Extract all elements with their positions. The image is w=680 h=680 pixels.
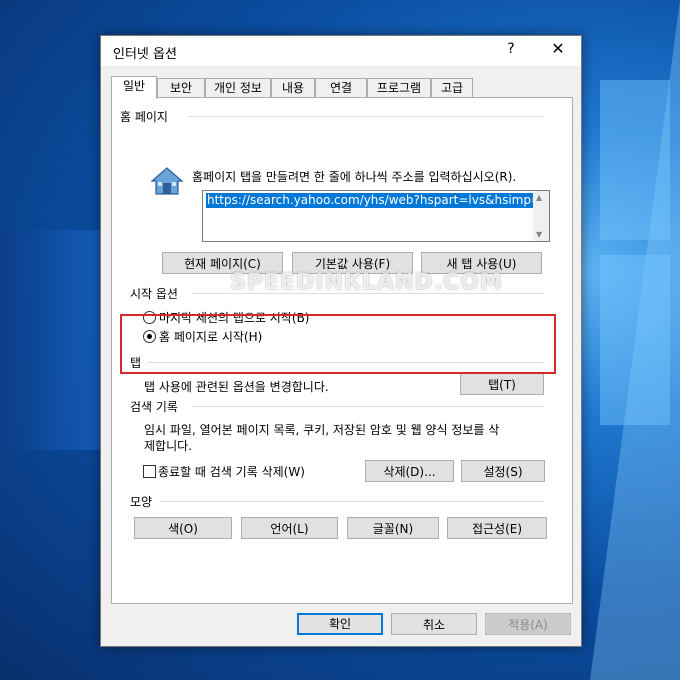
tab-privacy[interactable]: 개인 정보 <box>205 78 271 98</box>
history-group-label: 검색 기록 <box>130 400 178 414</box>
delete-history-button[interactable]: 삭제(D)... <box>365 460 454 482</box>
divider <box>192 406 544 407</box>
watermark: SPEEDINKLAND.COM <box>230 270 503 295</box>
tabs-description: 탭 사용에 관련된 옵션을 변경합니다. <box>144 380 329 394</box>
delete-history-on-exit-label[interactable]: 종료할 때 검색 기록 삭제(W) <box>158 463 305 480</box>
home-page-instruction: 홈페이지 탭을 만들려면 한 줄에 하나씩 주소를 입력하십시오(R). <box>192 170 517 184</box>
startup-group-label: 시작 옵션 <box>130 287 178 301</box>
windows-logo-pane <box>600 255 670 425</box>
history-description-line1: 임시 파일, 열어본 페이지 목록, 쿠키, 저장된 암호 및 웹 양식 정보를… <box>144 423 500 437</box>
help-button[interactable]: ? <box>501 41 521 57</box>
apply-button[interactable]: 적용(A) <box>485 613 571 635</box>
tabs-settings-button[interactable]: 탭(T) <box>460 373 544 395</box>
desktop-background <box>0 230 100 450</box>
home-page-url-text: https://search.yahoo.com/yhs/web?hspart=… <box>206 193 549 208</box>
tab-advanced[interactable]: 고급 <box>431 78 473 98</box>
scroll-up-icon[interactable]: ▲ <box>536 193 542 202</box>
divider <box>160 501 544 502</box>
cancel-button[interactable]: 취소 <box>391 613 477 635</box>
home-page-url-field[interactable]: https://search.yahoo.com/yhs/web?hspart=… <box>202 190 550 242</box>
accessibility-button[interactable]: 접근성(E) <box>447 517 547 539</box>
appearance-group-label: 모양 <box>130 495 153 509</box>
home-icon <box>150 167 184 195</box>
scrollbar[interactable]: ▲ ▼ <box>533 191 549 241</box>
tabs-highlight-box <box>120 314 556 374</box>
tab-strip: 일반 보안 개인 정보 내용 연결 프로그램 고급 <box>111 76 571 99</box>
tab-content[interactable]: 내용 <box>271 78 315 98</box>
languages-button[interactable]: 언어(L) <box>241 517 338 539</box>
ok-button[interactable]: 확인 <box>297 613 383 635</box>
tab-security[interactable]: 보안 <box>157 78 205 98</box>
scroll-down-icon[interactable]: ▼ <box>536 230 542 239</box>
title-bar: 인터넷 옵션 ? ✕ <box>101 36 581 66</box>
home-page-group-label: 홈 페이지 <box>120 110 168 124</box>
windows-logo-pane <box>600 80 670 240</box>
history-description-line2: 제합니다. <box>144 439 192 453</box>
tab-programs[interactable]: 프로그램 <box>367 78 431 98</box>
tab-general[interactable]: 일반 <box>111 76 157 99</box>
history-settings-button[interactable]: 설정(S) <box>461 460 545 482</box>
tab-connections[interactable]: 연결 <box>315 78 367 98</box>
close-button[interactable]: ✕ <box>545 39 571 58</box>
colors-button[interactable]: 색(O) <box>134 517 232 539</box>
window-title: 인터넷 옵션 <box>113 47 177 62</box>
fonts-button[interactable]: 글꼴(N) <box>347 517 439 539</box>
divider <box>188 116 544 117</box>
delete-history-on-exit-checkbox[interactable] <box>143 465 156 478</box>
